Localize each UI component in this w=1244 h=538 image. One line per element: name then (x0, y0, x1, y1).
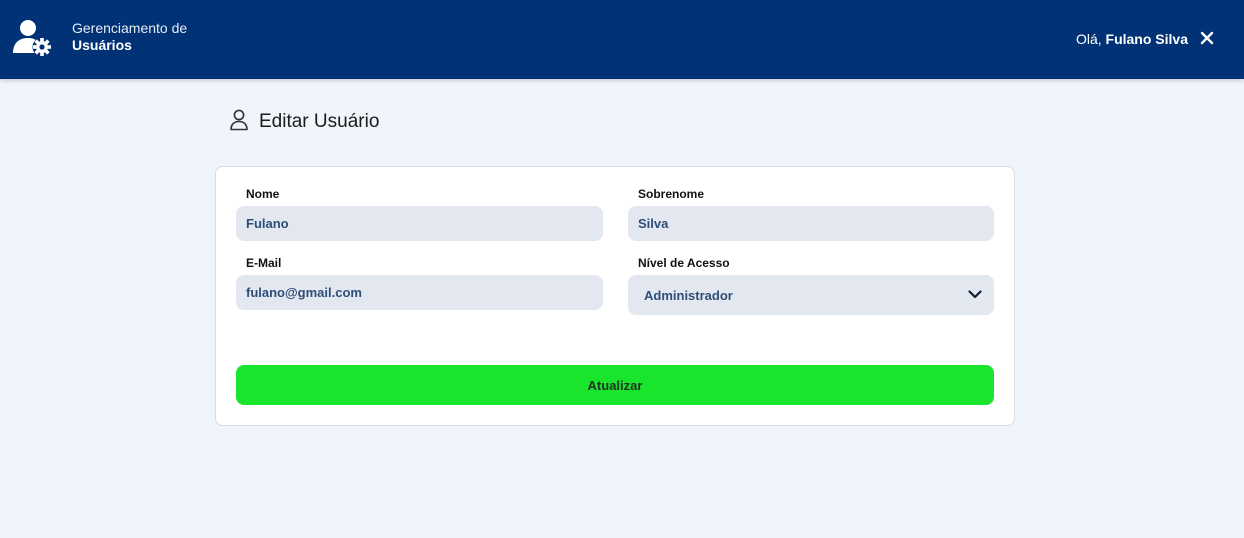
user-greeting: Olá, Fulano Silva (1076, 31, 1188, 47)
brand-title-line1: Gerenciamento de (72, 20, 188, 36)
email-label: E-Mail (246, 256, 282, 270)
user-name: Fulano Silva (1105, 31, 1188, 47)
user-icon (229, 109, 249, 136)
close-icon (1200, 31, 1214, 50)
user-gear-icon (12, 19, 54, 59)
sobrenome-field[interactable] (628, 206, 994, 241)
update-button[interactable]: Atualizar (236, 365, 994, 405)
app-brand: Gerenciamento de Usuários (72, 20, 187, 54)
brand-title-line2: Usuários (72, 37, 132, 53)
app-header: Gerenciamento de Usuários Olá, Fulano Si… (0, 0, 1244, 79)
nivel-acesso-value: Administrador (644, 287, 733, 303)
nivel-acesso-label: Nível de Acesso (638, 256, 730, 270)
sobrenome-label: Sobrenome (638, 187, 705, 201)
page-title: Editar Usuário (229, 109, 380, 136)
nome-field[interactable] (236, 206, 603, 241)
email-field[interactable] (236, 275, 603, 310)
greeting-prefix: Olá, (1075, 31, 1102, 47)
edit-user-form: Nome Sobrenome E-Mail Nível de Acesso Ad… (215, 166, 1015, 426)
close-button[interactable] (1197, 31, 1217, 49)
chevron-down-icon (968, 286, 982, 304)
nivel-acesso-select[interactable]: Administrador (628, 275, 994, 315)
nome-label: Nome (246, 187, 280, 201)
page-title-text: Editar Usuário (259, 111, 380, 132)
